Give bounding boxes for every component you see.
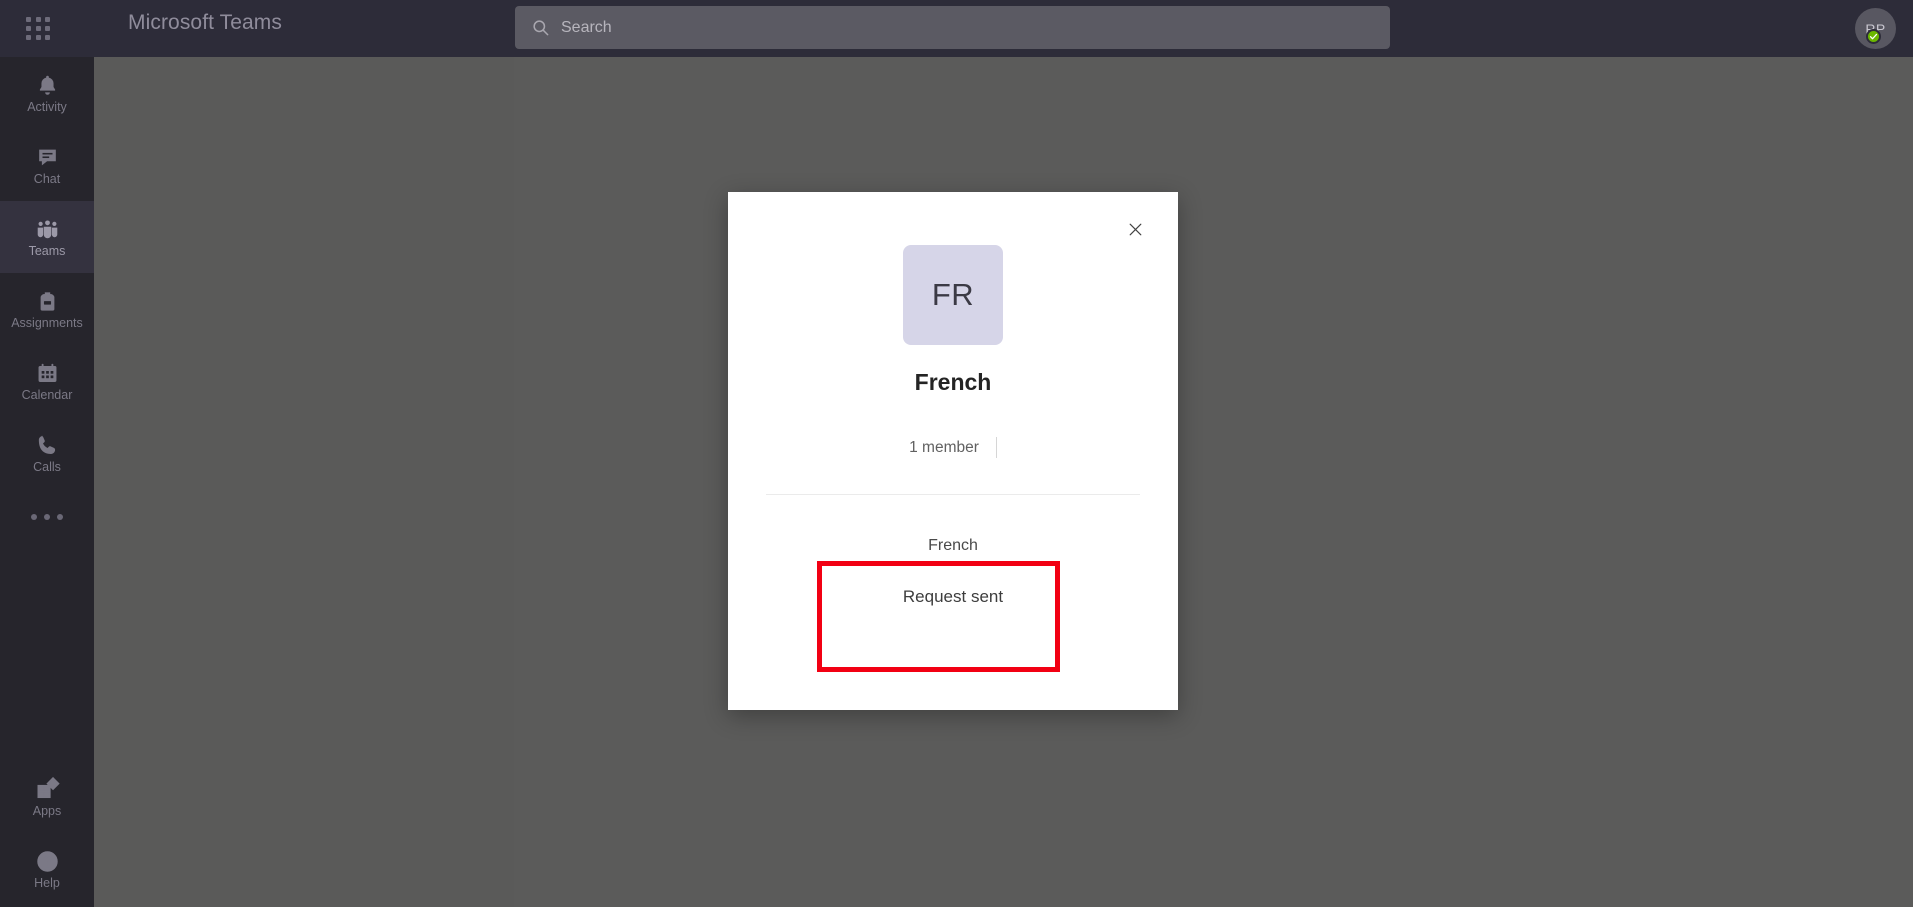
team-avatar-initials: FR bbox=[931, 277, 975, 312]
member-count: 1 member bbox=[909, 438, 979, 456]
grid-dot bbox=[26, 26, 31, 31]
bell-icon bbox=[34, 72, 60, 98]
calendar-icon bbox=[34, 360, 60, 386]
sidebar-item-calls[interactable]: Calls bbox=[0, 417, 94, 489]
teams-icon bbox=[34, 216, 60, 242]
grid-dot bbox=[26, 35, 31, 40]
grid-dot bbox=[35, 35, 41, 40]
grid-dot bbox=[45, 26, 51, 31]
backpack-icon bbox=[34, 288, 60, 314]
main-content-panel-dimmed bbox=[514, 57, 1913, 907]
sidebar-item-label: Apps bbox=[32, 804, 62, 819]
search-input[interactable]: Search bbox=[515, 6, 1390, 49]
team-avatar: FR bbox=[903, 245, 1003, 345]
sidebar-item-teams[interactable]: Teams bbox=[0, 201, 94, 273]
ellipsis-icon bbox=[44, 514, 50, 520]
rail-bottom-section: Apps Help bbox=[0, 761, 94, 905]
app-launcher-grid-icon[interactable] bbox=[26, 17, 52, 41]
sidebar-item-label: Help bbox=[34, 876, 60, 891]
sidebar-more-options-button[interactable] bbox=[0, 489, 94, 545]
top-bar: Microsoft Teams Search RP bbox=[0, 0, 1913, 57]
sidebar-item-label: Teams bbox=[28, 244, 66, 259]
grid-dot bbox=[45, 17, 51, 22]
grid-dot bbox=[35, 26, 41, 31]
ellipsis-icon bbox=[31, 514, 37, 520]
vertical-separator bbox=[995, 437, 997, 458]
sidebar-item-label: Activity bbox=[27, 100, 67, 115]
app-title: Microsoft Teams bbox=[128, 11, 282, 34]
left-rail: Activity Chat Teams Assignments Calendar… bbox=[0, 57, 94, 907]
sidebar-item-chat[interactable]: Chat bbox=[0, 129, 94, 201]
apps-icon bbox=[34, 776, 60, 802]
sidebar-item-label: Calls bbox=[33, 460, 61, 475]
member-info-row: 1 member bbox=[728, 437, 1178, 458]
phone-icon bbox=[34, 432, 60, 458]
help-circle-icon bbox=[34, 848, 60, 874]
grid-dot bbox=[35, 17, 41, 22]
channel-name: French bbox=[928, 537, 978, 554]
sidebar-item-help[interactable]: Help bbox=[0, 833, 94, 905]
divider bbox=[766, 494, 1140, 495]
avatar[interactable]: RP bbox=[1855, 8, 1896, 49]
team-details-dialog: FR French 1 member French Request sent bbox=[728, 192, 1178, 710]
sidebar-item-label: Calendar bbox=[21, 388, 73, 403]
presence-badge-available bbox=[1866, 29, 1881, 44]
search-icon bbox=[531, 18, 550, 37]
grid-dot bbox=[26, 17, 31, 22]
sidebar-item-activity[interactable]: Activity bbox=[0, 57, 94, 129]
team-name: French bbox=[914, 369, 992, 395]
teams-app-window: Microsoft Teams Search RP Activity bbox=[0, 0, 1913, 907]
grid-dot bbox=[45, 35, 51, 40]
ellipsis-icon bbox=[57, 514, 63, 520]
chat-icon bbox=[34, 144, 60, 170]
sidebar-item-apps[interactable]: Apps bbox=[0, 761, 94, 833]
sidebar-item-assignments[interactable]: Assignments bbox=[0, 273, 94, 345]
status-badge: Request sent bbox=[902, 587, 1004, 606]
sidebar-item-calendar[interactable]: Calendar bbox=[0, 345, 94, 417]
sidebar-item-label: Chat bbox=[33, 172, 61, 187]
teams-list-panel-dimmed bbox=[94, 57, 514, 907]
close-icon[interactable] bbox=[1120, 214, 1150, 244]
sidebar-item-label: Assignments bbox=[11, 316, 83, 331]
search-placeholder: Search bbox=[561, 18, 612, 36]
